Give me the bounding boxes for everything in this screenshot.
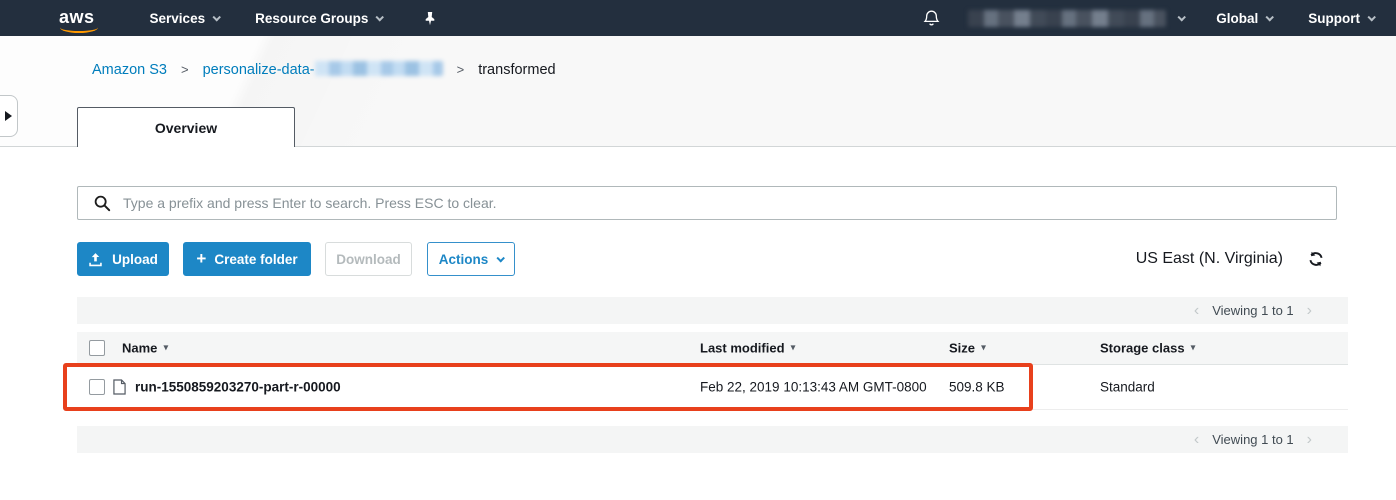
refresh-icon	[1308, 251, 1324, 267]
nav-region-menu[interactable]: Global	[1216, 11, 1272, 26]
create-folder-button[interactable]: + Create folder	[183, 242, 311, 276]
object-storage-class: Standard	[1100, 380, 1155, 395]
side-panel-expander[interactable]	[0, 95, 18, 137]
pin-shortcut-button[interactable]	[424, 11, 436, 26]
column-header-size[interactable]: Size ▾	[949, 341, 986, 356]
breadcrumb-separator: >	[181, 62, 189, 77]
chevron-down-icon	[1367, 13, 1375, 21]
table-row: run-1550859203270-part-r-00000 Feb 22, 2…	[77, 365, 1348, 410]
upload-label: Upload	[112, 252, 158, 267]
select-all-checkbox[interactable]	[89, 340, 105, 356]
pagination-bar-top: ‹ Viewing 1 to 1 ›	[77, 297, 1348, 324]
refresh-button[interactable]	[1308, 251, 1324, 267]
account-name-redacted[interactable]	[968, 10, 1166, 27]
sort-descending-icon: ▾	[981, 343, 986, 354]
chevron-left-icon[interactable]: ‹	[1194, 432, 1199, 448]
column-header-last-modified-label: Last modified	[700, 341, 785, 356]
chevron-down-icon[interactable]	[1178, 13, 1186, 21]
column-header-name-label: Name	[122, 341, 157, 356]
column-header-storage-class-label: Storage class	[1100, 341, 1185, 356]
region-group: US East (N. Virginia)	[1136, 250, 1324, 268]
actions-toolbar: Upload + Create folder Download Actions …	[77, 242, 1348, 276]
page-subheader: Amazon S3 > personalize-data- > transfor…	[0, 36, 1396, 147]
upload-button[interactable]: Upload	[77, 242, 169, 276]
nav-resource-groups-label: Resource Groups	[255, 11, 368, 26]
actions-dropdown-button[interactable]: Actions	[427, 242, 515, 276]
prefix-search-box	[77, 186, 1337, 220]
chevron-down-icon	[1266, 13, 1274, 21]
breadcrumb-bucket-prefix: personalize-data-	[203, 62, 315, 78]
actions-label: Actions	[439, 252, 489, 267]
object-size: 509.8 KB	[949, 380, 1005, 395]
viewing-count-label: Viewing 1 to 1	[1212, 303, 1293, 318]
column-header-last-modified[interactable]: Last modified ▾	[700, 341, 796, 356]
chevron-down-icon	[213, 13, 221, 21]
pagination-bar-bottom: ‹ Viewing 1 to 1 ›	[77, 426, 1348, 453]
nav-resource-groups-menu[interactable]: Resource Groups	[255, 11, 382, 26]
search-input[interactable]	[123, 187, 1336, 219]
sort-descending-icon: ▾	[1191, 343, 1196, 354]
table-header-row: Name ▾ Last modified ▾ Size ▾ Storage cl…	[77, 332, 1348, 365]
column-header-name[interactable]: Name ▾	[122, 341, 168, 356]
breadcrumb: Amazon S3 > personalize-data- > transfor…	[92, 61, 556, 78]
tab-overview[interactable]: Overview	[77, 107, 295, 147]
panel-expand-icon	[5, 111, 12, 121]
breadcrumb-bucket-link[interactable]: personalize-data-	[203, 61, 443, 78]
chevron-down-icon	[376, 13, 384, 21]
aws-logo[interactable]: aws	[59, 8, 95, 29]
chevron-down-icon	[497, 254, 505, 262]
nav-global-label: Global	[1216, 11, 1258, 26]
download-button[interactable]: Download	[325, 242, 412, 276]
bell-icon[interactable]	[923, 9, 940, 27]
nav-support-menu[interactable]: Support	[1308, 11, 1374, 26]
object-last-modified: Feb 22, 2019 10:13:43 AM GMT-0800	[700, 380, 927, 395]
search-icon	[93, 194, 111, 212]
object-name-link[interactable]: run-1550859203270-part-r-00000	[135, 380, 341, 395]
row-checkbox[interactable]	[89, 379, 105, 395]
breadcrumb-amazon-s3-link[interactable]: Amazon S3	[92, 62, 167, 78]
sort-descending-icon: ▾	[163, 343, 168, 354]
file-icon	[113, 379, 126, 395]
chevron-right-icon[interactable]: ›	[1307, 303, 1312, 319]
upload-icon	[88, 252, 103, 267]
top-navbar: aws Services Resource Groups Global Supp…	[0, 0, 1396, 36]
viewing-count-label: Viewing 1 to 1	[1212, 432, 1293, 447]
pin-icon	[424, 11, 436, 26]
navbar-right-group: Global Support	[923, 9, 1380, 27]
nav-services-label: Services	[150, 11, 206, 26]
nav-support-label: Support	[1308, 11, 1360, 26]
chevron-right-icon[interactable]: ›	[1307, 432, 1312, 448]
region-label: US East (N. Virginia)	[1136, 250, 1283, 268]
breadcrumb-separator: >	[457, 62, 465, 77]
column-header-storage-class[interactable]: Storage class ▾	[1100, 341, 1196, 356]
nav-services-menu[interactable]: Services	[150, 11, 220, 26]
bucket-contents-panel: Upload + Create folder Download Actions …	[0, 186, 1396, 453]
column-header-size-label: Size	[949, 341, 975, 356]
breadcrumb-current-folder: transformed	[478, 62, 555, 78]
plus-icon: +	[196, 250, 206, 267]
bucket-name-redacted	[315, 61, 443, 76]
sort-descending-icon: ▾	[791, 343, 796, 354]
chevron-left-icon[interactable]: ‹	[1194, 303, 1199, 319]
create-folder-label: Create folder	[214, 252, 297, 267]
